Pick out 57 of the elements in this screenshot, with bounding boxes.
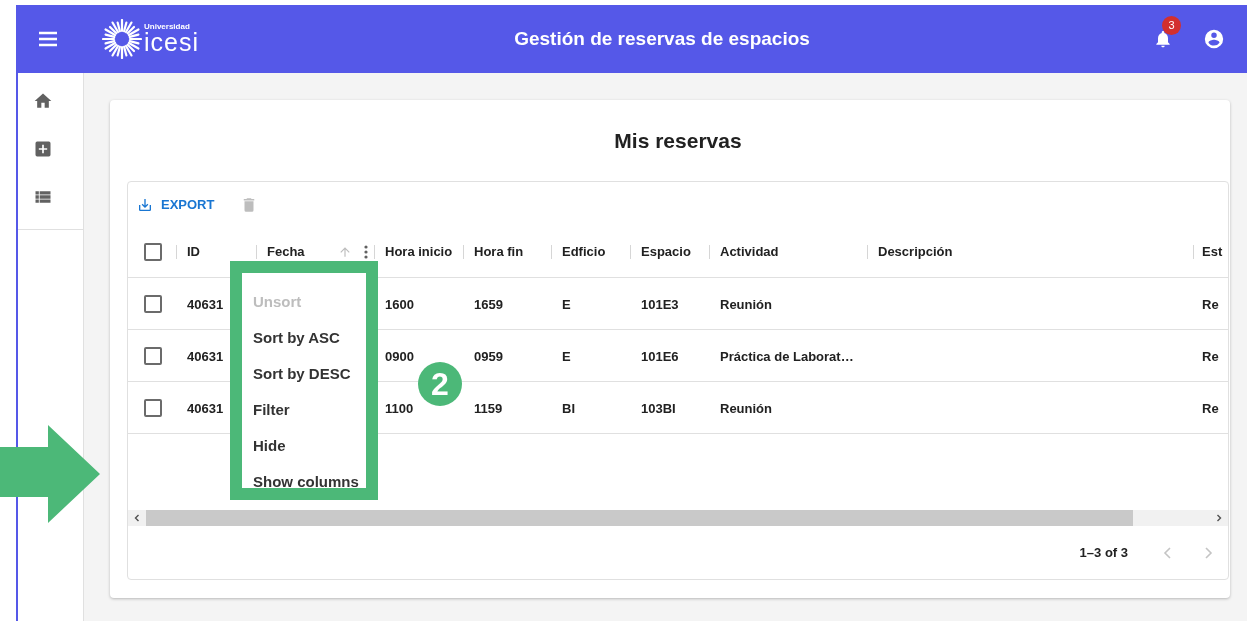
table-cell: 1159 [474,400,503,416]
notification-badge: 3 [1162,16,1181,35]
kebab-icon[interactable] [364,245,368,259]
pagination-range: 1–3 of 3 [1079,543,1128,562]
table-cell: E [562,296,571,312]
bell-icon[interactable] [1153,28,1173,50]
column-header[interactable]: Actividad [710,242,779,262]
logo-text: icesi [144,30,199,55]
table-cell: 1100 [385,400,414,416]
page-title: Mis reservas [614,127,742,154]
column-header[interactable]: Hora fin [464,242,524,262]
table-cell: 40631 [187,296,224,312]
menu-item[interactable]: Sort by DESC [253,363,366,385]
table-cell: 1659 [474,296,503,312]
table-cell: Re [1202,296,1219,312]
home-icon[interactable] [33,91,53,111]
table-cell: 103BI [641,400,676,416]
add-icon[interactable] [33,139,53,159]
menu-item[interactable]: Sort by ASC [253,327,366,349]
download-icon [137,196,153,213]
table-cell: Práctica de Laborat… [720,348,854,364]
row-checkbox[interactable] [144,294,162,313]
table-cell: 40631 [187,348,224,364]
column-header[interactable]: Edficio [552,242,606,262]
account-icon[interactable] [1203,28,1225,50]
row-checkbox[interactable] [144,398,162,417]
export-button[interactable]: EXPORT [137,194,215,215]
table-cell: BI [562,400,575,416]
scroll-right-icon[interactable] [1214,513,1224,523]
table-cell: 0900 [385,348,414,364]
column-header[interactable]: Espacio [631,242,691,262]
row-checkbox[interactable] [144,243,162,261]
column-header[interactable]: Hora inicio [375,242,453,262]
table-cell: 0959 [474,348,503,364]
table-cell: 101E3 [641,296,679,312]
menu-item[interactable]: Filter [253,399,366,421]
column-header[interactable]: Descripción [868,242,953,262]
row-checkbox[interactable] [144,346,162,365]
arrow-icon [0,425,100,523]
scroll-left-icon[interactable] [132,513,142,523]
menu-item[interactable]: Hide [253,435,366,457]
table-cell: Reunión [720,400,772,416]
menu-icon[interactable] [38,31,58,47]
column-header[interactable]: Fecha [257,242,305,262]
menu-item[interactable]: Show columns [253,471,366,493]
app-title: Gestión de reservas de espacios [514,26,810,51]
table-cell: 101E6 [641,348,679,364]
table-cell: Re [1202,348,1219,364]
logo-icon [102,19,142,59]
column-header[interactable]: ID [177,242,200,262]
column-header[interactable]: Est [1194,242,1223,262]
table-cell: Re [1202,400,1219,416]
table-cell: 40631 [187,400,224,416]
table-cell: 1600 [385,296,414,312]
table-cell: E [562,348,571,364]
logo-caption: Universidad [144,23,191,31]
table-cell: Reunión [720,296,772,312]
